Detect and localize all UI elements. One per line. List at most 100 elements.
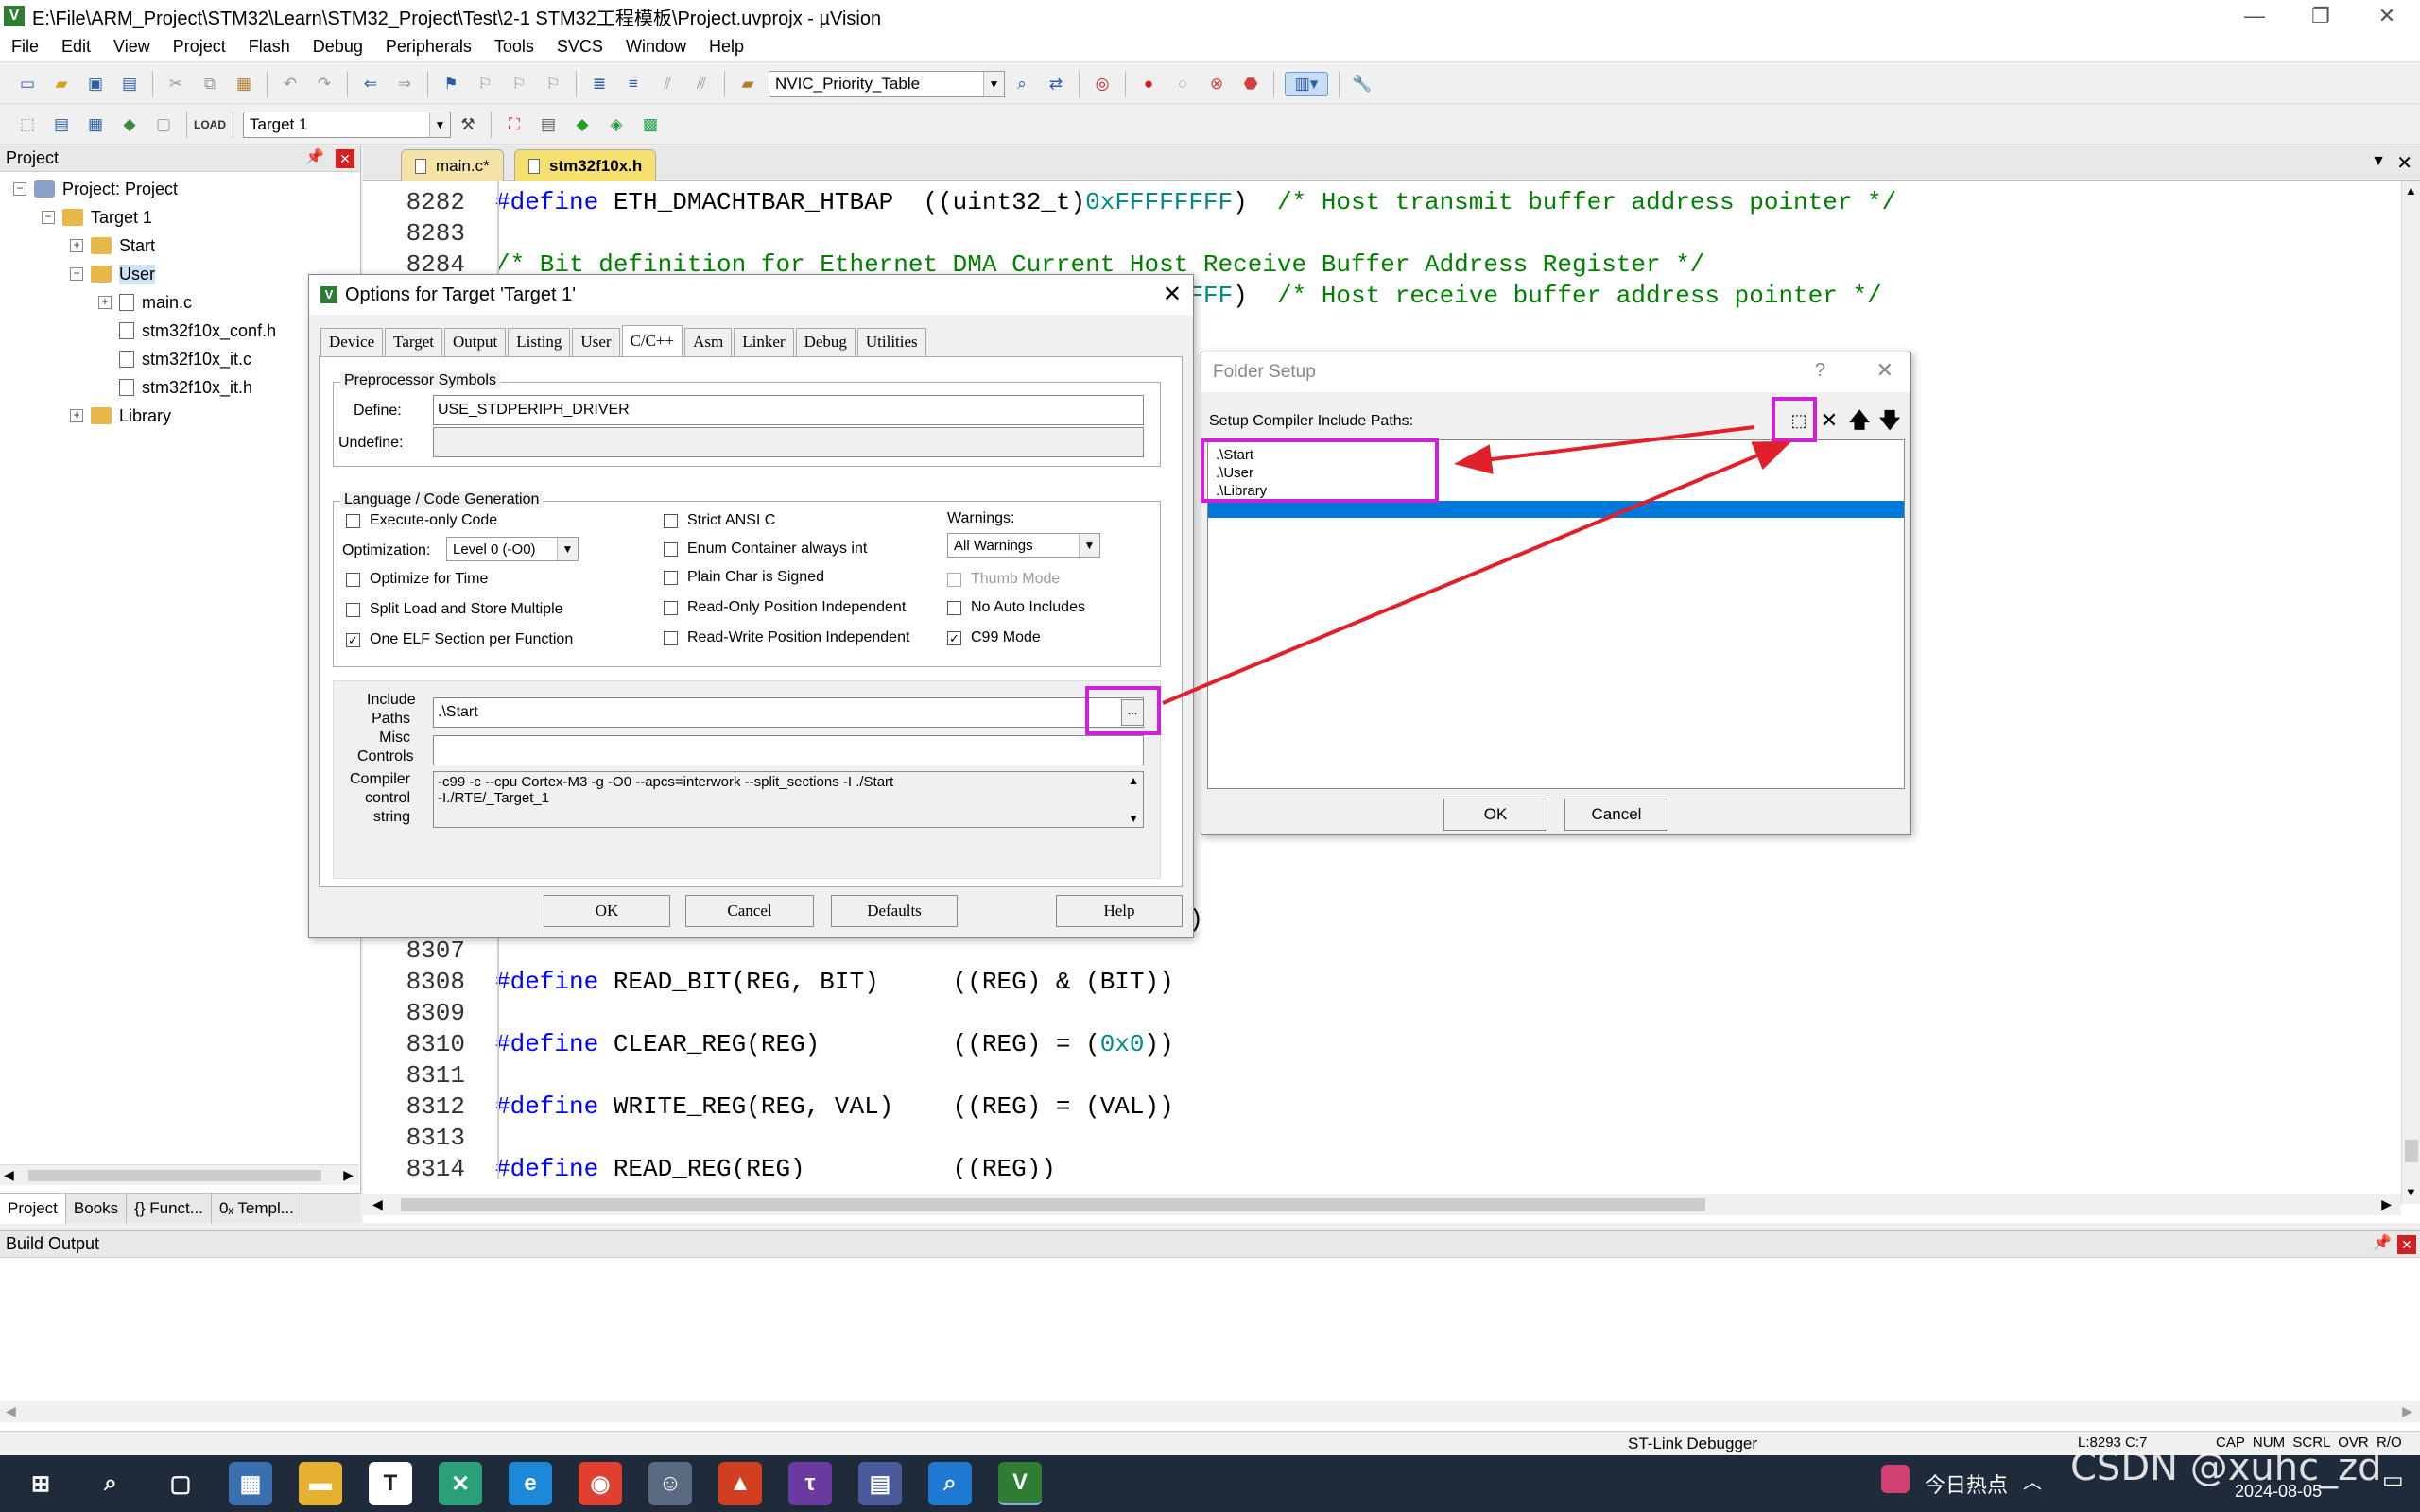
- panel-tab[interactable]: Project: [0, 1193, 66, 1224]
- find-icon[interactable]: ⌕: [1010, 72, 1034, 96]
- thumb-mode-checkbox[interactable]: Thumb Mode: [947, 571, 1060, 588]
- help-icon[interactable]: ?: [1815, 360, 1825, 382]
- find-in-files-icon[interactable]: ▰: [735, 72, 760, 96]
- no-auto-includes-checkbox[interactable]: No Auto Includes: [947, 599, 1085, 616]
- scroll-right-icon[interactable]: ▶: [2402, 1403, 2412, 1419]
- cut-icon[interactable]: ✂: [164, 72, 188, 96]
- windows-start-icon[interactable]: ⊞: [19, 1462, 62, 1505]
- configure-icon[interactable]: 🔧: [1350, 72, 1374, 96]
- translate-icon[interactable]: ⬚: [15, 112, 40, 137]
- undefine-field[interactable]: [433, 427, 1144, 457]
- pin-icon[interactable]: 📌: [305, 147, 324, 166]
- scroll-left-icon[interactable]: ◀: [372, 1196, 383, 1212]
- editor-hscrollbar[interactable]: ◀ ▶: [363, 1194, 2401, 1215]
- nav-forward-icon[interactable]: ⇒: [392, 72, 417, 96]
- scroll-down-icon[interactable]: ▼: [1128, 812, 1139, 825]
- tab-output[interactable]: Output: [444, 328, 507, 356]
- scroll-up-icon[interactable]: ▲: [2405, 183, 2417, 198]
- ro-pi-checkbox[interactable]: Read-Only Position Independent: [664, 599, 906, 616]
- scroll-up-icon[interactable]: ▲: [1128, 774, 1139, 787]
- panel-tab[interactable]: {} Funct...: [127, 1193, 212, 1224]
- tree-item[interactable]: stm32f10x_conf.h: [98, 318, 276, 344]
- scroll-thumb[interactable]: [401, 1198, 1705, 1211]
- warnings-select[interactable]: All Warnings ▼: [947, 533, 1100, 558]
- menu-project[interactable]: Project: [162, 37, 237, 57]
- close-icon[interactable]: ✕: [2397, 1235, 2416, 1254]
- split-load-checkbox[interactable]: Split Load and Store Multiple: [346, 601, 563, 618]
- expand-icon[interactable]: +: [70, 409, 83, 422]
- bookmark-prev-icon[interactable]: ⚐: [473, 72, 497, 96]
- tab-user[interactable]: User: [572, 328, 620, 356]
- app2-icon[interactable]: ▤: [858, 1462, 902, 1505]
- tree-item[interactable]: stm32f10x_it.h: [98, 374, 252, 401]
- books-icon[interactable]: ▤: [536, 112, 561, 137]
- window-layout-icon[interactable]: ▥▾: [1285, 71, 1328, 96]
- include-paths-field[interactable]: .\Start: [433, 697, 1144, 728]
- scroll-down-icon[interactable]: ▼: [2405, 1185, 2417, 1199]
- app-icon[interactable]: ☺: [648, 1462, 692, 1505]
- manage-project-icon[interactable]: ⛶: [502, 112, 527, 137]
- execute-only-checkbox[interactable]: Execute-only Code: [346, 512, 497, 529]
- xmind-icon[interactable]: ✕: [439, 1462, 482, 1505]
- build-hscrollbar[interactable]: ◀ ▶: [0, 1401, 2420, 1422]
- breakpoint-disable-icon[interactable]: ○: [1170, 72, 1195, 96]
- project-hscrollbar[interactable]: ◀ ▶: [0, 1164, 359, 1185]
- close-window-button[interactable]: ✕: [2354, 0, 2420, 32]
- unindent-icon[interactable]: ≡: [621, 72, 646, 96]
- minimize-button[interactable]: —: [2221, 0, 2288, 32]
- menu-peripherals[interactable]: Peripherals: [374, 37, 483, 57]
- folder-ok-button[interactable]: OK: [1443, 799, 1547, 831]
- optimize-time-checkbox[interactable]: Optimize for Time: [346, 571, 488, 588]
- build-icon[interactable]: ▤: [49, 112, 74, 137]
- delete-icon[interactable]: ✕: [1816, 407, 1842, 434]
- cancel-button[interactable]: Cancel: [685, 895, 814, 927]
- target-options-icon[interactable]: ⚒: [456, 112, 480, 137]
- menu-debug[interactable]: Debug: [302, 37, 374, 57]
- news-icon[interactable]: [1881, 1465, 1910, 1493]
- tree-item[interactable]: + Library: [70, 403, 171, 429]
- menu-svcs[interactable]: SVCS: [545, 37, 614, 57]
- pdf-icon[interactable]: ▲: [718, 1462, 762, 1505]
- close-icon[interactable]: ✕: [336, 149, 354, 168]
- indent-icon[interactable]: ≣: [587, 72, 612, 96]
- menu-help[interactable]: Help: [698, 37, 755, 57]
- typora-icon[interactable]: T: [369, 1462, 412, 1505]
- editor-vscrollbar[interactable]: ▲ ▼: [2401, 181, 2420, 1204]
- menu-file[interactable]: File: [0, 37, 50, 57]
- misc-controls-field[interactable]: [433, 735, 1144, 765]
- menu-edit[interactable]: Edit: [50, 37, 102, 57]
- rw-pi-checkbox[interactable]: Read-Write Position Independent: [664, 629, 909, 646]
- close-icon[interactable]: ✕: [1163, 281, 1182, 308]
- define-field[interactable]: USE_STDPERIPH_DRIVER: [433, 395, 1144, 425]
- tree-item[interactable]: − User: [70, 261, 156, 287]
- tex-icon[interactable]: τ: [788, 1462, 832, 1505]
- maximize-button[interactable]: ❐: [2288, 0, 2354, 32]
- scroll-right-icon[interactable]: ▶: [2381, 1196, 2392, 1212]
- chevron-down-icon[interactable]: ▼: [1079, 534, 1099, 557]
- collapse-icon[interactable]: −: [70, 267, 83, 281]
- chrome-icon[interactable]: ◉: [579, 1462, 622, 1505]
- move-up-icon[interactable]: 🡅: [1846, 407, 1873, 434]
- replace-icon[interactable]: ⇄: [1044, 72, 1068, 96]
- tree-item[interactable]: stm32f10x_it.c: [98, 346, 251, 372]
- nav-back-icon[interactable]: ⇐: [358, 72, 383, 96]
- tab-target[interactable]: Target: [385, 328, 443, 356]
- one-elf-checkbox[interactable]: ✓ One ELF Section per Function: [346, 631, 573, 648]
- menu-tools[interactable]: Tools: [483, 37, 545, 57]
- redo-icon[interactable]: ↷: [312, 72, 337, 96]
- panel-tab[interactable]: 0ₓ Templ...: [212, 1193, 302, 1224]
- close-icon[interactable]: ✕: [1876, 358, 1893, 383]
- undo-icon[interactable]: ↶: [278, 72, 302, 96]
- menu-flash[interactable]: Flash: [237, 37, 302, 57]
- menu-view[interactable]: View: [102, 37, 162, 57]
- search-icon[interactable]: ⌕: [89, 1462, 132, 1505]
- ok-button[interactable]: OK: [544, 895, 670, 927]
- tab-main-c[interactable]: main.c*: [401, 149, 504, 181]
- tab-linker[interactable]: Linker: [734, 328, 794, 356]
- enum-int-checkbox[interactable]: Enum Container always int: [664, 541, 867, 558]
- new-file-icon[interactable]: ▭: [15, 72, 40, 96]
- chevron-up-icon[interactable]: ︿: [2023, 1467, 2042, 1494]
- tab-list-icon[interactable]: ▼: [2371, 153, 2386, 170]
- breakpoint-all-icon[interactable]: ⬣: [1238, 72, 1263, 96]
- chevron-down-icon[interactable]: ▼: [983, 71, 1004, 96]
